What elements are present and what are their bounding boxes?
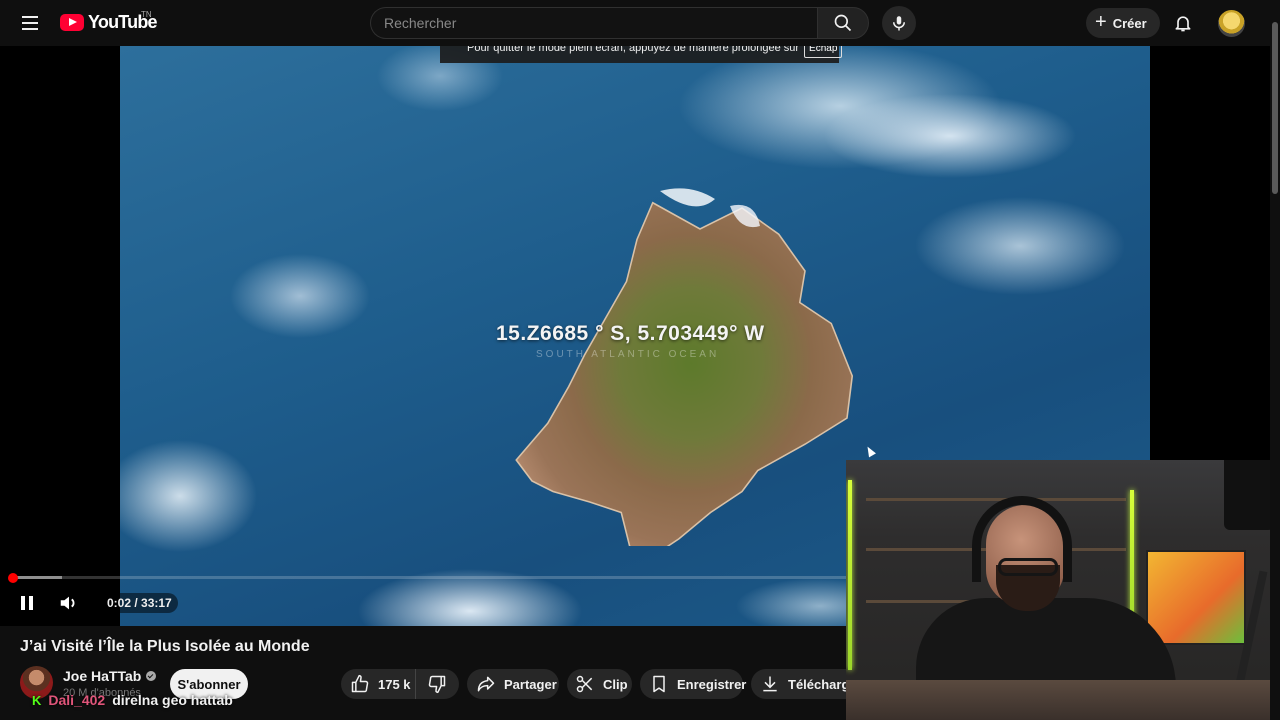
dislike-button[interactable] [416,669,458,699]
download-button[interactable]: Télécharger [751,669,862,699]
search-bar [370,7,870,39]
progress-bar[interactable] [7,572,846,583]
channel-name: Joe HaTTab [63,668,142,684]
plus-icon: + [1095,11,1107,33]
streamer-webcam-overlay [846,460,1280,720]
coordinates-overlay: 15.Z6685 ° S, 5.703449° W [496,322,765,345]
account-avatar[interactable] [1218,10,1245,37]
bookmark-icon [653,675,665,693]
volume-button[interactable] [58,592,80,614]
like-count: 175 k [378,676,411,692]
voice-search-button[interactable] [882,6,916,40]
microphone-icon [893,16,905,31]
youtube-play-icon [60,14,84,31]
island-aerial-image [515,188,854,546]
scrollbar-thumb[interactable] [1272,22,1278,194]
top-bar: YouTube TN + Créer [0,0,1270,46]
like-dislike-group: 175 k [341,669,459,699]
country-code: TN [141,10,152,19]
page-scrollbar[interactable] [1270,0,1280,720]
verified-check-icon [146,671,157,681]
search-button[interactable] [817,7,869,39]
save-label: Enregistrer [677,676,747,692]
clip-button[interactable]: Clip [567,669,632,699]
chat-message: direlna geo hattab [112,692,233,708]
video-title: J’ai Visité l’Île la Plus Isolée au Mond… [20,638,310,655]
share-label: Partager [504,676,557,692]
pause-button[interactable] [16,592,38,614]
volume-icon [60,596,75,610]
create-label: Créer [1112,15,1147,31]
share-button[interactable]: Partager [467,669,559,699]
youtube-watch-page: YouTube TN + Créer [0,0,1280,720]
ocean-label-overlay: SOUTH ATLANTIC OCEAN [536,349,720,360]
bell-icon [1175,16,1191,32]
fullscreen-hint: Pour quitter le mode plein écran, appuye… [440,46,843,63]
create-button[interactable]: + Créer [1086,8,1160,38]
scrubber-handle[interactable] [7,572,18,583]
download-icon [763,676,777,692]
notifications-button[interactable] [1168,8,1198,38]
thumbs-up-icon [351,674,369,693]
chat-username: Dali_402 [48,692,106,708]
search-icon [834,14,852,32]
escape-key-label: Échap [804,46,843,58]
buffered-bar [12,576,63,579]
channel-name-link[interactable]: Joe HaTTab [63,668,157,684]
chat-overlay-message: K Dali_402 direlna geo hattab [32,692,233,708]
save-button[interactable]: Enregistrer [640,669,747,699]
time-display: 0:02 / 33:17 [101,593,178,613]
like-button[interactable]: 175 k [341,669,416,699]
pause-icon [21,596,25,610]
platform-badge-icon: K [32,692,42,708]
share-arrow-icon [477,676,495,692]
fullscreen-hint-text: Pour quitter le mode plein écran, appuye… [467,46,800,54]
search-input[interactable] [370,7,817,39]
clip-label: Clip [603,676,628,692]
hamburger-menu-icon[interactable] [14,7,46,39]
scissors-icon [576,675,593,693]
thumbs-down-icon [428,675,446,694]
